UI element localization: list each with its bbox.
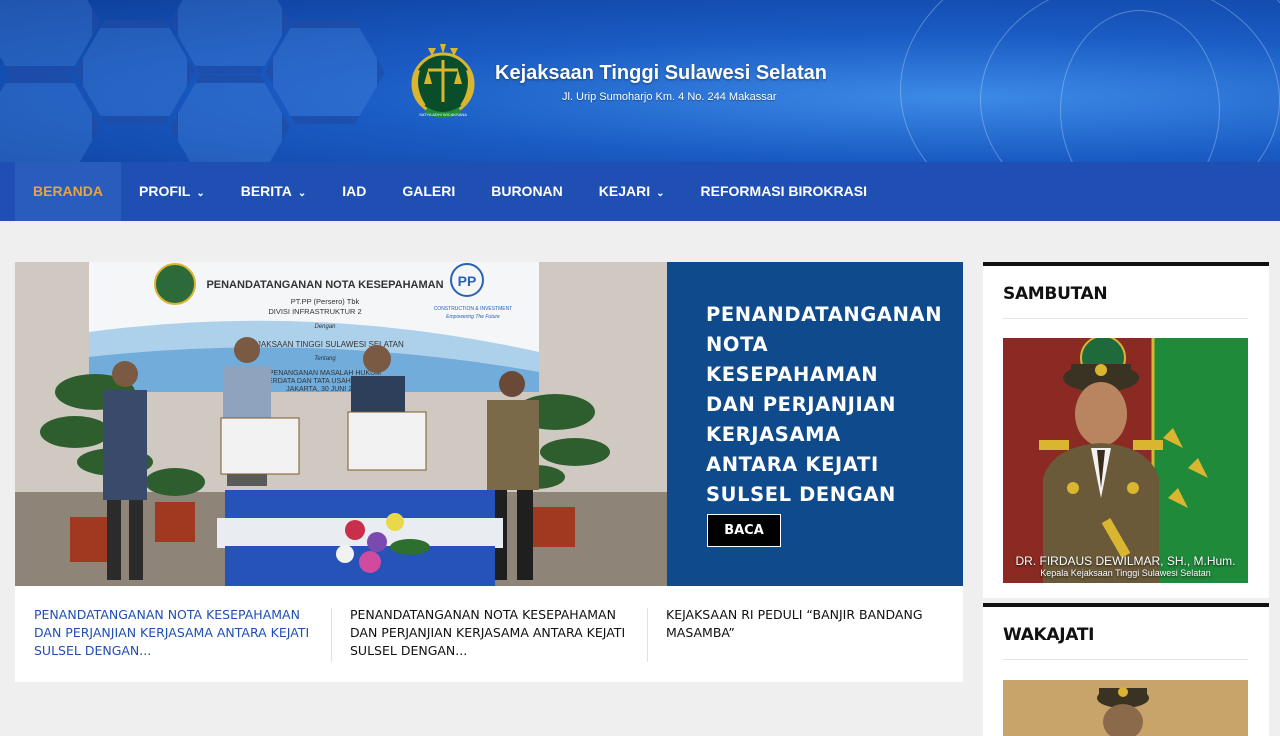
banner-text: PT.PP (Persero) Tbk	[291, 297, 360, 306]
nav-item-iad[interactable]: IAD	[324, 162, 384, 221]
nav-item-label: REFORMASI BIROKRASI	[700, 183, 867, 199]
nav-item-berita[interactable]: BERITA ⌄	[223, 162, 324, 221]
banner-text: Dengan	[314, 324, 336, 330]
pp-tagline: Empowering The Future	[446, 314, 500, 320]
nav-item-reformasi-birokrasi[interactable]: REFORMASI BIROKRASI	[683, 162, 885, 221]
divider	[647, 608, 648, 662]
slide-caption-panel: PENANDATANGANAN NOTA KESEPAHAMAN DAN PER…	[667, 262, 963, 586]
nav-item-beranda[interactable]: BERANDA	[15, 162, 121, 221]
nav-item-label: BURONAN	[491, 183, 563, 199]
portrait-role: Kepala Kejaksaan Tinggi Sulawesi Selatan	[1040, 568, 1211, 578]
chevron-down-icon: ⌄	[297, 188, 307, 199]
post-link[interactable]: PENANDATANGANAN NOTA KESEPAHAMAN DAN PER…	[350, 606, 640, 660]
nav-item-label: BERANDA	[33, 183, 103, 199]
site-address: Jl. Urip Sumoharjo Km. 4 No. 244 Makassa…	[562, 91, 777, 103]
hex-decoration	[265, 20, 385, 124]
divider	[1003, 659, 1248, 660]
nav-item-galeri[interactable]: GALERI	[384, 162, 473, 221]
sambutan-widget: SAMBUTAN DR. FIRDAUS DEWILMAR, SH., M.Hu…	[983, 262, 1269, 598]
slide-title[interactable]: PENANDATANGANAN NOTA KESEPAHAMAN DAN PER…	[706, 300, 942, 540]
nav-item-label: BERITA	[240, 183, 292, 199]
hex-decoration	[75, 20, 195, 124]
featured-slider: PP CONSTRUCTION & INVESTMENT Empowering …	[15, 262, 963, 586]
chevron-down-icon: ⌄	[656, 188, 665, 199]
post-link[interactable]: KEJAKSAAN RI PEDULI “BANJIR BANDANG MASA…	[666, 606, 936, 642]
pp-logo-text: PP	[458, 273, 477, 289]
divider	[1003, 318, 1248, 319]
portrait-name: DR. FIRDAUS DEWILMAR, SH., M.Hum.	[1015, 554, 1236, 568]
nav-item-profil[interactable]: PROFIL ⌄	[121, 162, 223, 221]
chevron-down-icon: ⌄	[196, 188, 205, 199]
featured-photo[interactable]: PP CONSTRUCTION & INVESTMENT Empowering …	[15, 262, 667, 586]
nav-item-label: KEJARI	[598, 183, 651, 199]
recent-posts-row: PENANDATANGANAN NOTA KESEPAHAMAN DAN PER…	[15, 586, 963, 682]
divider	[331, 608, 332, 662]
nav-item-kejari[interactable]: KEJARI ⌄	[581, 162, 683, 221]
kejaksaan-emblem-icon[interactable]: SATYA ADHI WICAKSANA	[402, 40, 484, 124]
nav-item-label: GALERI	[402, 183, 456, 199]
site-header: SATYA ADHI WICAKSANA Kejaksaan Tinggi Su…	[0, 0, 1280, 162]
widget-title: SAMBUTAN	[1003, 284, 1108, 304]
widget-title: WAKAJATI	[1003, 625, 1095, 645]
banner-heading: PENANDATANGANAN NOTA KESEPAHAMAN	[206, 279, 443, 291]
nav-item-buronan[interactable]: BURONAN	[473, 162, 581, 221]
pp-tagline: CONSTRUCTION & INVESTMENT	[434, 306, 513, 312]
nav-item-label: PROFIL	[139, 183, 191, 199]
hex-decoration	[170, 75, 290, 162]
wakajati-portrait[interactable]	[1003, 680, 1248, 736]
wakajati-widget: WAKAJATI	[983, 603, 1269, 736]
banner-text: Tentang	[314, 356, 336, 362]
main-navigation: BERANDA PROFIL ⌄ BERITA ⌄ IAD GALERI BURON…	[0, 162, 1280, 221]
emblem-motto: SATYA ADHI WICAKSANA	[419, 112, 467, 117]
banner-text: PENANGANAN MASALAH HUKUM	[269, 370, 381, 377]
nav-item-label: IAD	[342, 183, 367, 199]
read-more-button[interactable]: BACA	[707, 514, 781, 547]
site-title[interactable]: Kejaksaan Tinggi Sulawesi Selatan	[495, 62, 827, 85]
banner-text: DIVISI INFRASTRUKTUR 2	[268, 307, 361, 316]
kajati-portrait[interactable]: DR. FIRDAUS DEWILMAR, SH., M.Hum. Kepala…	[1003, 338, 1248, 583]
post-link[interactable]: PENANDATANGANAN NOTA KESEPAHAMAN DAN PER…	[34, 606, 324, 660]
